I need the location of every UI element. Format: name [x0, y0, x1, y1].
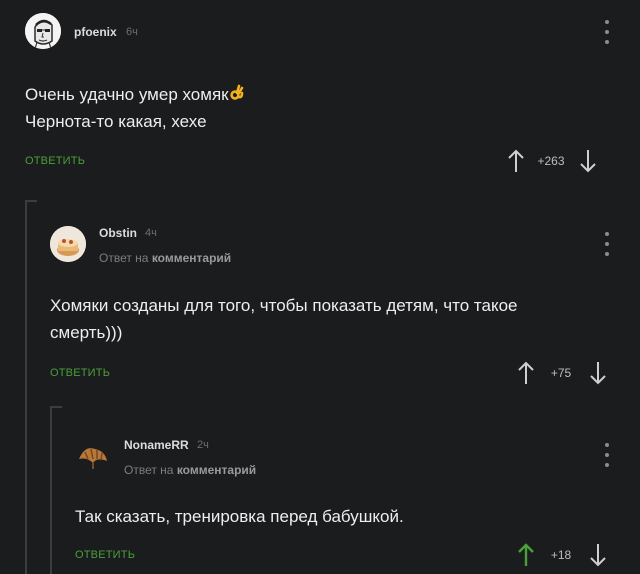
reply-button[interactable]: ОТВЕТИТЬ	[75, 549, 135, 561]
upvote-arrow-icon[interactable]	[518, 543, 534, 567]
avatar-croissant-icon	[75, 437, 111, 473]
reply-to-link[interactable]: комментарий	[177, 463, 256, 477]
vote-score: +18	[550, 548, 572, 562]
downvote-arrow-icon[interactable]	[590, 543, 606, 567]
comment-thread: pfoenix 6ч Очень удачно умер хомяк Черно…	[0, 0, 640, 574]
kebab-menu-icon[interactable]	[603, 443, 611, 467]
comment-text: Так сказать, тренировка перед бабушкой.	[75, 503, 615, 530]
comment-line: Так сказать, тренировка перед бабушкой.	[75, 507, 404, 526]
comment-nonamerr: NonameRR 2ч Ответ на комментарий Так ска…	[0, 0, 640, 574]
comment-time: 2ч	[197, 439, 209, 451]
comment-author[interactable]: NonameRR	[124, 438, 189, 452]
reply-to-note: Ответ на комментарий	[124, 463, 257, 477]
vote-controls: +18	[518, 543, 606, 567]
avatar[interactable]	[75, 437, 111, 473]
